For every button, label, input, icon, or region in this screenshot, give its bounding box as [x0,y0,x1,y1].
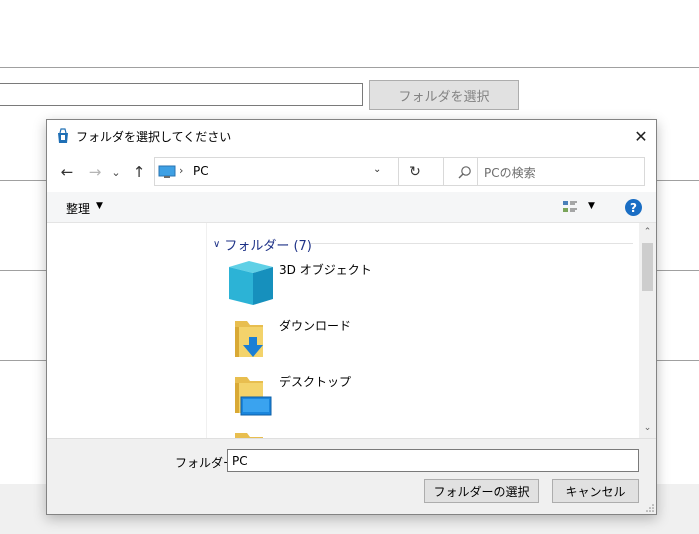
recent-locations-button[interactable]: ⌄ [110,162,122,182]
arrow-right-icon: → [88,163,102,181]
dialog-titlebar: フォルダを選択してください ✕ [47,120,656,152]
resize-grip-icon[interactable] [646,504,654,512]
view-options-icon[interactable] [562,199,578,215]
navigation-pane[interactable] [47,223,207,438]
item-label: 3D オブジェクト [279,263,372,277]
item-label: ダウンロード [279,319,352,333]
refresh-button[interactable]: ↻ [398,158,431,185]
list-item[interactable]: 3D オブジェクト [225,257,605,309]
item-label: デスクトップ [279,375,352,389]
group-divider [311,243,633,244]
folder-icon [235,433,263,438]
bg-divider-top [0,67,699,68]
folder-picker-dialog: フォルダを選択してください ✕ ← → ⌄ ↑ › PC ⌄ ↻ PCの検索 整… [46,119,657,515]
search-box[interactable]: PCの検索 [443,157,645,186]
organize-button[interactable]: 整理 [66,200,90,217]
file-list[interactable]: ∨ フォルダー (7) 3D オブジェクト ダウンロード デスクトップ [207,223,639,438]
folder-name-input[interactable] [227,449,639,472]
chevron-down-icon: ⌄ [111,165,121,179]
downloads-folder-icon [235,321,263,357]
search-icon [458,166,471,179]
back-button[interactable]: ← [57,162,77,182]
select-folder-button[interactable]: フォルダーの選択 [424,479,539,503]
close-icon: ✕ [634,126,648,146]
forward-button[interactable]: → [85,162,105,182]
chevron-down-icon: ∨ [213,239,221,250]
dialog-title: フォルダを選択してください [76,130,232,144]
search-placeholder: PCの検索 [484,166,536,180]
command-bar: 整理 ▼ ▼ ? [47,192,656,223]
chevron-down-icon[interactable]: ⌄ [373,164,381,175]
arrow-left-icon: ← [60,163,74,181]
bg-path-input[interactable] [0,83,363,106]
group-header-label: フォルダー (7) [224,239,312,254]
group-header-folders[interactable]: ∨ フォルダー (7) [213,235,312,254]
app-icon [58,128,68,143]
scroll-down-icon[interactable]: ⌄ [639,423,656,435]
help-icon[interactable]: ? [625,199,642,216]
vertical-scrollbar[interactable]: ⌃ ⌄ [639,223,656,438]
navigation-bar: ← → ⌄ ↑ › PC ⌄ ↻ PCの検索 [47,152,656,192]
dialog-footer: フォルダー: フォルダーの選択 キャンセル [47,438,656,514]
refresh-icon: ↻ [409,163,421,180]
address-bar[interactable]: › PC ⌄ ↻ [154,157,478,186]
breadcrumb-separator[interactable]: › [179,164,183,177]
scroll-up-icon[interactable]: ⌃ [639,227,656,239]
breadcrumb-location[interactable]: PC [193,164,209,178]
list-item[interactable]: ダウンロード [225,313,605,365]
list-item[interactable] [225,425,605,438]
up-button[interactable]: ↑ [129,162,149,182]
cancel-button[interactable]: キャンセル [552,479,639,503]
computer-icon [158,165,176,178]
arrow-up-icon: ↑ [132,163,146,181]
scroll-thumb[interactable] [642,243,653,291]
dropdown-arrow-icon[interactable]: ▼ [96,201,103,211]
list-item[interactable]: デスクトップ [225,369,605,421]
3d-objects-icon [229,261,273,305]
close-button[interactable]: ✕ [626,120,656,152]
view-dropdown-arrow-icon[interactable]: ▼ [588,201,595,211]
bg-select-folder-button[interactable]: フォルダを選択 [369,80,519,110]
desktop-folder-icon [235,377,272,416]
